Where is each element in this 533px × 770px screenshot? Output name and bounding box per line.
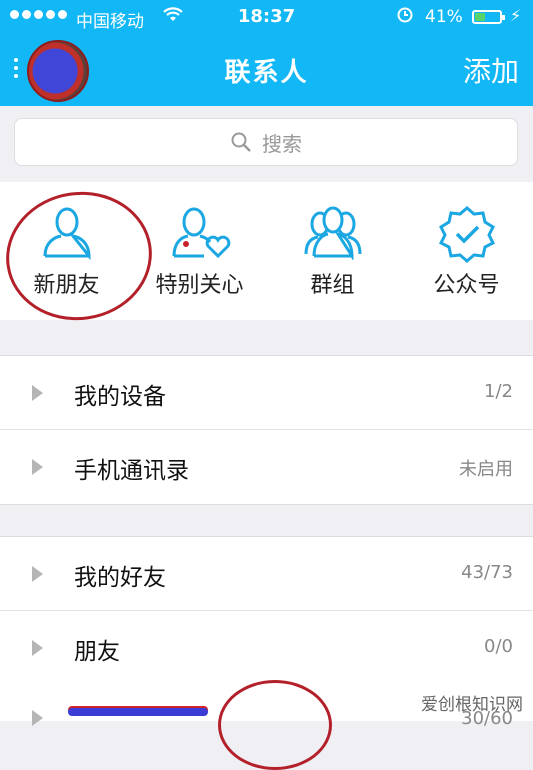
badge-check-icon bbox=[438, 206, 495, 263]
group-name: 手机通讯录 bbox=[74, 458, 189, 484]
expand-arrow-icon bbox=[32, 710, 43, 726]
quick-entry-groups[interactable]: 群组 bbox=[266, 182, 399, 320]
expand-arrow-icon bbox=[32, 385, 43, 401]
nav-header: 联系人 添加 bbox=[0, 36, 533, 106]
quick-entry-label: 公众号 bbox=[433, 273, 500, 298]
redacted-mark bbox=[68, 708, 208, 716]
search-input[interactable]: 搜索 bbox=[14, 118, 518, 166]
expand-arrow-icon bbox=[32, 459, 43, 475]
list-item-phone-contacts[interactable]: 手机通讯录 未启用 bbox=[0, 430, 533, 504]
quick-entry-special-care[interactable]: 特别关心 bbox=[133, 182, 266, 320]
status-bar: 中国移动 18:37 41% ⚡ bbox=[0, 0, 533, 36]
page-title: 联系人 bbox=[224, 58, 309, 88]
person-heart-icon bbox=[172, 207, 230, 259]
contact-group-list-a: 我的设备 1/2 手机通讯录 未启用 bbox=[0, 355, 533, 505]
group-count: 未启用 bbox=[459, 459, 513, 480]
battery-icon bbox=[472, 10, 505, 24]
group-count: 1/2 bbox=[484, 381, 513, 402]
group-name: 我的设备 bbox=[74, 384, 166, 410]
battery-percent: 41% bbox=[425, 7, 463, 27]
list-item-friends[interactable]: 朋友 0/0 bbox=[0, 611, 533, 685]
quick-entry-label: 群组 bbox=[310, 273, 355, 298]
quick-entry-label: 特别关心 bbox=[155, 273, 244, 298]
group-icon bbox=[304, 206, 361, 260]
group-name: 朋友 bbox=[74, 639, 120, 665]
charging-icon: ⚡ bbox=[510, 6, 522, 25]
group-count: 0/0 bbox=[484, 636, 513, 657]
quick-entry-official-accounts[interactable]: 公众号 bbox=[400, 182, 533, 320]
search-placeholder: 搜索 bbox=[262, 131, 302, 156]
search-icon bbox=[230, 131, 252, 153]
list-item-my-devices[interactable]: 我的设备 1/2 bbox=[0, 356, 533, 430]
add-button[interactable]: 添加 bbox=[463, 50, 519, 90]
watermark: 爱创根知识网 bbox=[421, 695, 523, 715]
expand-arrow-icon bbox=[32, 640, 43, 656]
alarm-icon bbox=[396, 5, 414, 28]
group-count: 43/73 bbox=[461, 562, 513, 583]
list-item-my-friends[interactable]: 我的好友 43/73 bbox=[0, 537, 533, 611]
expand-arrow-icon bbox=[32, 566, 43, 582]
group-name: 我的好友 bbox=[74, 565, 166, 591]
search-area: 搜索 bbox=[0, 106, 533, 182]
annotation-circle bbox=[218, 680, 332, 770]
battery-fill bbox=[475, 13, 485, 21]
